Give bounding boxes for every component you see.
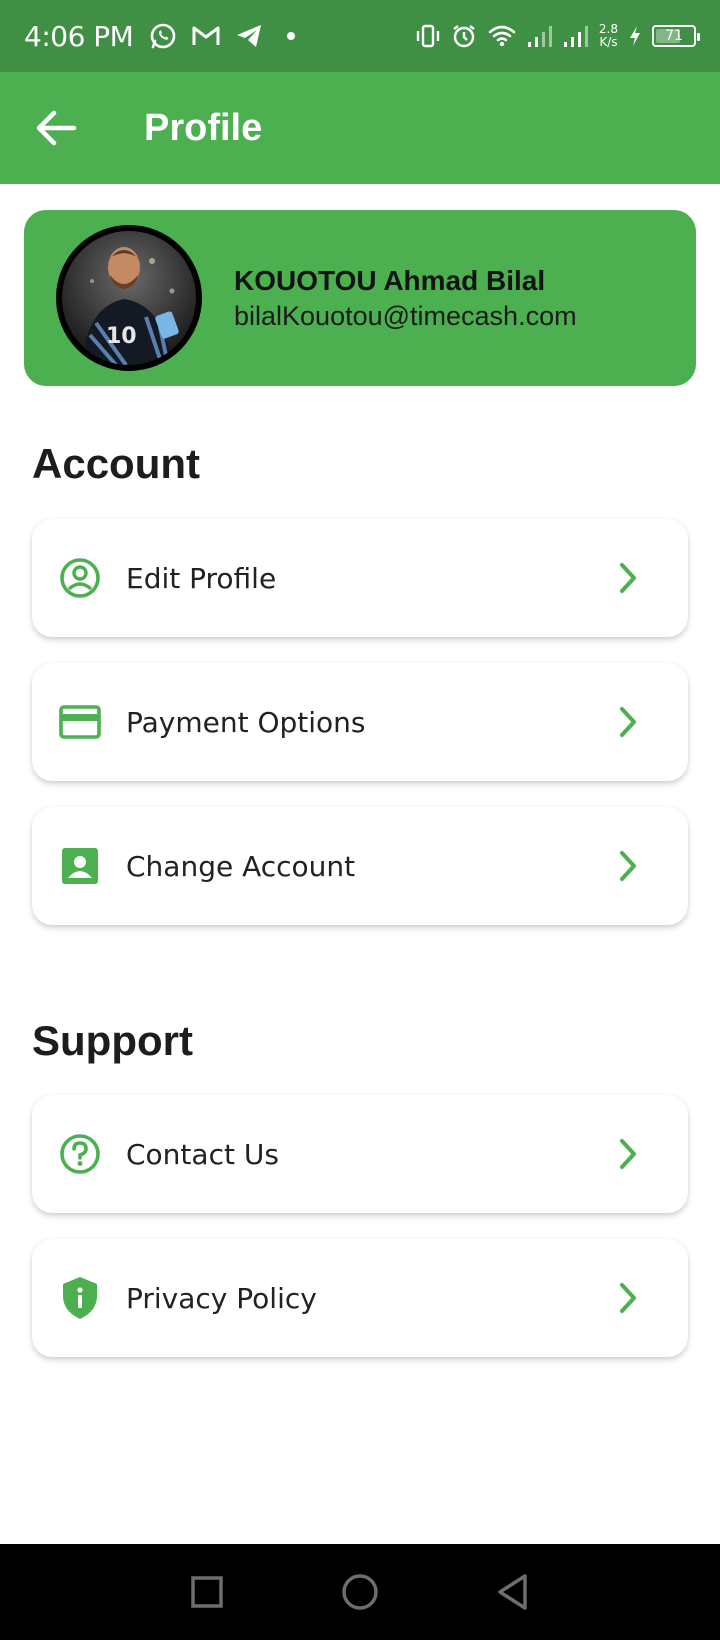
menu-item-payment-options[interactable]: Payment Options — [32, 663, 688, 781]
speed-unit: K/s — [599, 35, 618, 49]
section-title-account: Account — [32, 440, 200, 487]
avatar-image: 10 — [62, 231, 196, 365]
menu-item-label: Edit Profile — [126, 561, 277, 595]
shield-info-icon — [58, 1276, 102, 1320]
profile-name: KOUOTOU Ahmad Bilal — [234, 264, 546, 296]
back-triangle-icon — [498, 1574, 528, 1610]
recents-button[interactable] — [177, 1562, 237, 1622]
chevron-right-icon — [612, 706, 644, 738]
chevron-right-icon — [612, 1282, 644, 1314]
menu-item-label: Privacy Policy — [126, 1281, 317, 1315]
back-button[interactable] — [26, 98, 86, 158]
whatsapp-icon — [151, 23, 176, 49]
profile-email: bilalKouotou@timecash.com — [234, 300, 577, 331]
gmail-icon — [192, 26, 220, 45]
account-circle-icon — [58, 556, 102, 600]
menu-item-change-account[interactable]: Change Account — [32, 807, 688, 925]
system-nav-bar — [0, 1544, 720, 1640]
app-bar: Profile — [0, 72, 720, 184]
status-time: 4:06 PM — [24, 19, 134, 53]
home-button[interactable] — [330, 1562, 390, 1622]
home-circle-icon — [342, 1574, 378, 1610]
credit-card-icon — [58, 700, 102, 744]
menu-item-label: Change Account — [126, 849, 356, 883]
section-title-support: Support — [32, 1017, 193, 1064]
chevron-right-icon — [612, 850, 644, 882]
menu-item-label: Payment Options — [126, 705, 366, 739]
help-circle-icon — [58, 1132, 102, 1176]
status-bar: 4:06 PM 2.8 K/s 71 — [0, 0, 720, 72]
chevron-right-icon — [612, 562, 644, 594]
menu-item-label: Contact Us — [126, 1137, 279, 1171]
alarm-icon — [453, 25, 475, 48]
svg-text:10: 10 — [106, 324, 137, 349]
account-box-icon — [58, 844, 102, 888]
notification-dot — [287, 32, 296, 40]
system-icons: 2.8 K/s 71 — [415, 23, 700, 49]
chevron-right-icon — [612, 1138, 644, 1170]
signal-icon — [563, 26, 588, 47]
system-back-button[interactable] — [483, 1562, 543, 1622]
network-speed: 2.8 K/s — [599, 23, 618, 49]
menu-item-edit-profile[interactable]: Edit Profile — [32, 519, 688, 637]
notification-icons — [149, 22, 296, 50]
battery-percent: 71 — [665, 28, 683, 44]
telegram-icon — [237, 25, 262, 47]
page-title: Profile — [144, 106, 263, 149]
signal-icon — [527, 26, 552, 47]
charging-icon — [630, 26, 640, 46]
menu-item-privacy-policy[interactable]: Privacy Policy — [32, 1239, 688, 1357]
profile-card: 10 KOUOTOU Ahmad Bilal bilalKouotou@time… — [24, 210, 696, 386]
arrow-left-icon — [36, 110, 77, 146]
wifi-icon — [488, 25, 516, 47]
avatar[interactable]: 10 — [56, 225, 202, 371]
battery-icon: 71 — [652, 25, 700, 47]
profile-info: KOUOTOU Ahmad Bilal bilalKouotou@timecas… — [234, 265, 577, 332]
recents-square-icon — [190, 1576, 223, 1608]
menu-item-contact-us[interactable]: Contact Us — [32, 1095, 688, 1213]
vibrate-icon — [416, 24, 440, 48]
